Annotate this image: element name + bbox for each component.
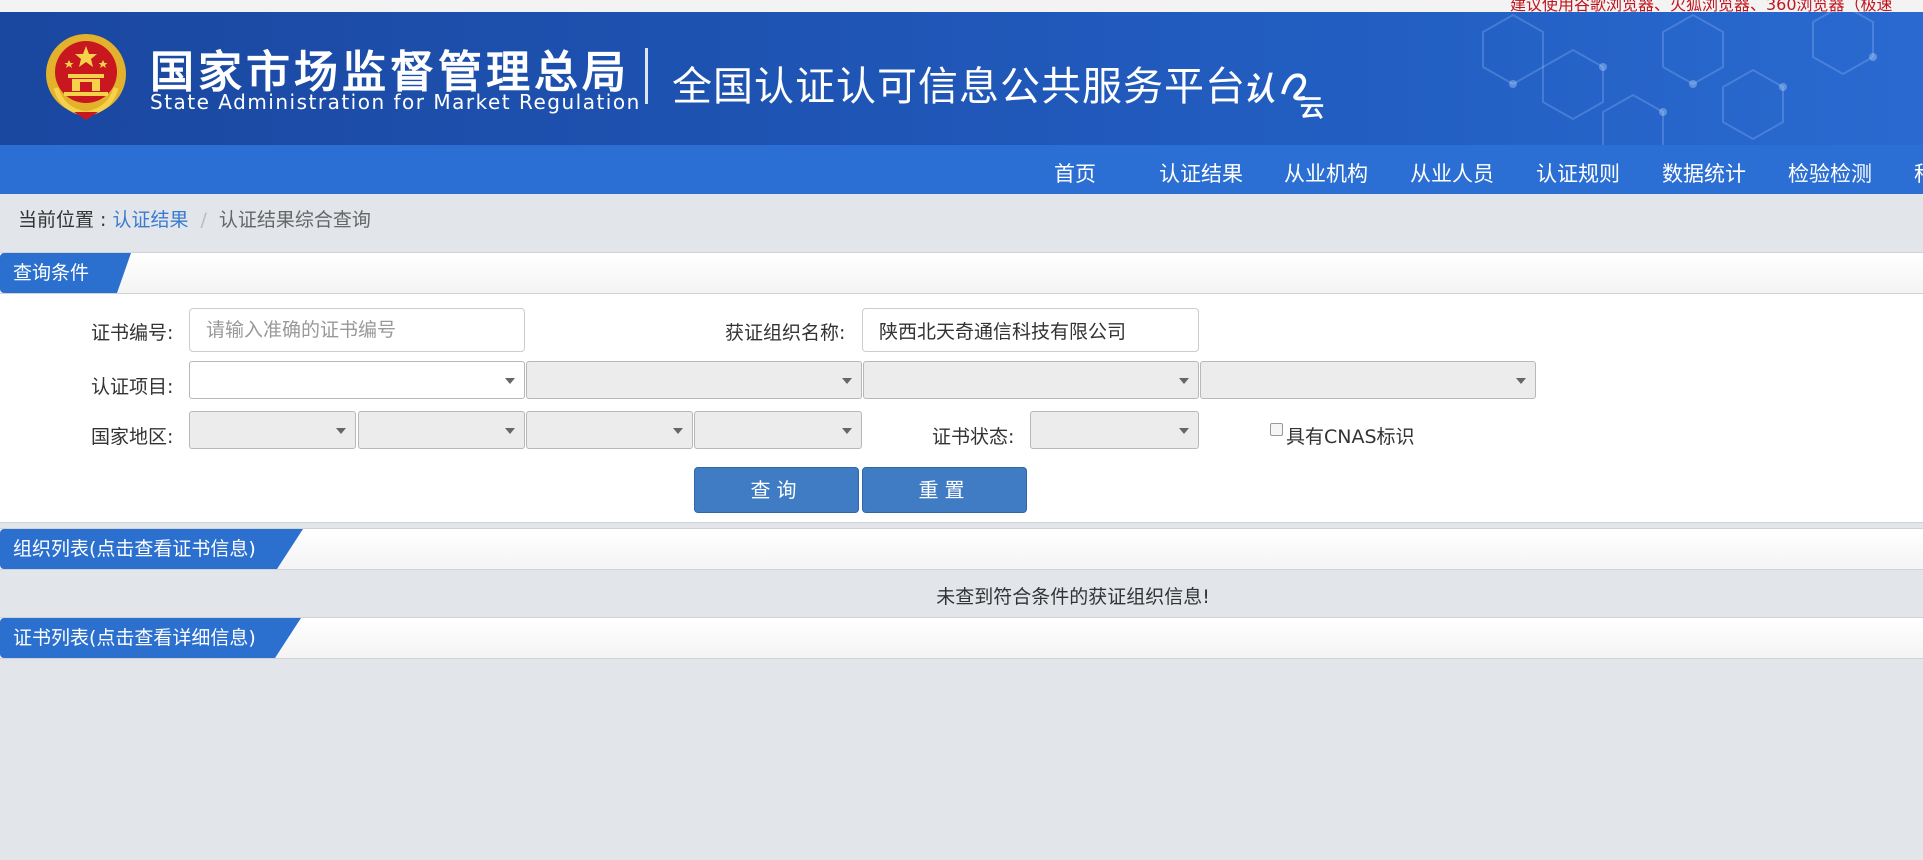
top-notice-strip: 建议使用谷歌浏览器、火狐浏览器、360浏览器（极速 — [0, 0, 1923, 12]
region-select-1[interactable] — [189, 411, 356, 449]
region-select-3[interactable] — [526, 411, 693, 449]
query-form: 证书编号: 获证组织名称: 认证项目: 国家地区: 证书状态: 具有CNAS标识… — [0, 294, 1923, 523]
cnas-label: 具有CNAS标识 — [1286, 426, 1415, 448]
cert-number-label: 证书编号: — [91, 322, 174, 344]
cert-number-input[interactable] — [189, 308, 525, 352]
cert-project-select-2[interactable] — [526, 361, 862, 399]
org-name-en: State Administration for Market Regulati… — [150, 90, 641, 114]
cert-status-select[interactable] — [1030, 411, 1199, 449]
reset-button[interactable]: 重置 — [862, 467, 1027, 513]
main-nav: 首页 认证结果 从业机构 从业人员 认证规则 数据统计 检验检测 科 — [0, 145, 1923, 194]
org-name-input[interactable] — [862, 308, 1199, 352]
query-panel-tab: 查询条件 — [0, 253, 131, 293]
nav-item-inspection[interactable]: 检验检测 — [1788, 158, 1872, 188]
org-list-panel-header: 组织列表(点击查看证书信息) — [0, 528, 1923, 570]
platform-title: 全国认证认可信息公共服务平台 — [672, 64, 1246, 110]
nav-item-cert-results[interactable]: 认证结果 — [1159, 158, 1243, 188]
cloud-logo-icon: 认 云 — [1243, 70, 1324, 120]
chevron-down-icon — [1179, 378, 1189, 384]
cert-project-select-4[interactable] — [1200, 361, 1536, 399]
svg-text:认: 认 — [1243, 70, 1275, 108]
chevron-down-icon — [842, 428, 852, 434]
cnas-checkbox[interactable] — [1270, 423, 1283, 436]
breadcrumb-separator: / — [200, 209, 207, 231]
national-emblem-icon — [46, 34, 126, 120]
svg-text:云: 云 — [1300, 94, 1324, 120]
breadcrumb-link-cert-results[interactable]: 认证结果 — [112, 209, 188, 231]
breadcrumb-current: 认证结果综合查询 — [218, 209, 371, 231]
hexagon-pattern-decoration — [1482, 12, 1877, 145]
nav-item-statistics[interactable]: 数据统计 — [1662, 158, 1746, 188]
nav-item-more[interactable]: 科 — [1914, 158, 1923, 188]
chevron-down-icon — [842, 378, 852, 384]
cert-status-label: 证书状态: — [932, 426, 1015, 448]
nav-item-personnel[interactable]: 从业人员 — [1410, 158, 1494, 188]
nav-item-institutions[interactable]: 从业机构 — [1284, 158, 1368, 188]
chevron-down-icon — [505, 378, 515, 384]
region-label: 国家地区: — [91, 426, 174, 448]
breadcrumb-prefix: 当前位置 : — [18, 209, 113, 231]
cert-project-select-1[interactable] — [189, 361, 525, 399]
chevron-down-icon — [1179, 428, 1189, 434]
cert-list-panel-tab: 证书列表(点击查看详细信息) — [0, 618, 301, 658]
nav-item-cert-rules[interactable]: 认证规则 — [1536, 158, 1620, 188]
cert-list-panel-header: 证书列表(点击查看详细信息) — [0, 617, 1923, 659]
cert-project-select-3[interactable] — [863, 361, 1199, 399]
cert-project-label: 认证项目: — [91, 376, 174, 398]
banner-divider — [645, 48, 648, 104]
nav-item-home[interactable]: 首页 — [1054, 158, 1096, 188]
region-select-2[interactable] — [358, 411, 525, 449]
org-list-empty-message: 未查到符合条件的获证组织信息! — [936, 586, 1210, 608]
query-panel-header: 查询条件 — [0, 252, 1923, 294]
search-button[interactable]: 查询 — [694, 467, 859, 513]
chevron-down-icon — [673, 428, 683, 434]
chevron-down-icon — [336, 428, 346, 434]
breadcrumb: 当前位置 : 认证结果 / 认证结果综合查询 — [18, 205, 371, 232]
org-name-label: 获证组织名称: — [725, 322, 846, 344]
org-list-panel-tab: 组织列表(点击查看证书信息) — [0, 529, 303, 569]
region-select-4[interactable] — [694, 411, 862, 449]
chevron-down-icon — [505, 428, 515, 434]
browser-notice: 建议使用谷歌浏览器、火狐浏览器、360浏览器（极速 — [1510, 0, 1893, 12]
chevron-down-icon — [1516, 378, 1526, 384]
site-banner: 国家市场监督管理总局 State Administration for Mark… — [0, 12, 1923, 145]
